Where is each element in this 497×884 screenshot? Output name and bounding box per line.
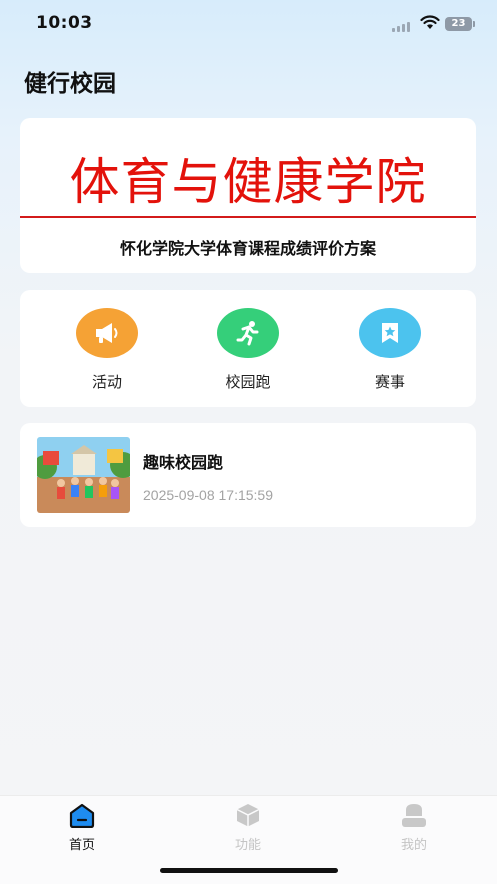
status-time: 10:03 xyxy=(36,13,93,33)
news-timestamp: 2025-09-08 17:15:59 xyxy=(143,487,273,503)
quick-action-label: 活动 xyxy=(91,373,122,391)
star-badge-icon xyxy=(359,308,421,358)
tab-label: 功能 xyxy=(234,838,261,853)
quick-action-label: 校园跑 xyxy=(225,373,271,391)
home-indicator[interactable] xyxy=(160,868,338,873)
status-bar: 10:03 23 xyxy=(0,0,497,46)
quick-action-campus-run[interactable]: 校园跑 xyxy=(203,308,293,392)
quick-action-label: 赛事 xyxy=(374,373,405,391)
tab-label: 我的 xyxy=(400,838,427,853)
banner-title: 体育与健康学院 xyxy=(69,153,427,211)
banner-subtitle: 怀化学院大学体育课程成绩评价方案 xyxy=(119,239,376,258)
megaphone-icon xyxy=(76,308,138,358)
banner-divider xyxy=(20,216,476,218)
tab-label: 首页 xyxy=(68,838,95,853)
battery-level: 23 xyxy=(451,18,466,29)
battery-icon: 23 xyxy=(445,17,475,31)
wifi-icon xyxy=(420,15,440,29)
news-thumbnail xyxy=(37,437,130,513)
tab-functions[interactable]: 功能 xyxy=(208,802,288,853)
user-icon xyxy=(402,804,426,827)
banner-card[interactable]: 体育与健康学院 怀化学院大学体育课程成绩评价方案 xyxy=(20,118,476,273)
cube-icon xyxy=(236,804,260,827)
tab-home[interactable]: 首页 xyxy=(42,802,122,853)
quick-action-activity[interactable]: 活动 xyxy=(62,308,152,392)
cellular-signal-icon xyxy=(392,22,410,32)
runner-icon xyxy=(217,308,279,358)
quick-actions-card: 活动 校园跑 赛事 xyxy=(20,290,476,407)
news-card[interactable]: 趣味校园跑 2025-09-08 17:15:59 xyxy=(20,423,476,527)
quick-action-events[interactable]: 赛事 xyxy=(345,308,435,392)
news-title: 趣味校园跑 xyxy=(143,453,224,472)
page-title: 健行校园 xyxy=(24,71,116,97)
tab-mine[interactable]: 我的 xyxy=(374,802,454,853)
home-icon xyxy=(69,803,95,829)
